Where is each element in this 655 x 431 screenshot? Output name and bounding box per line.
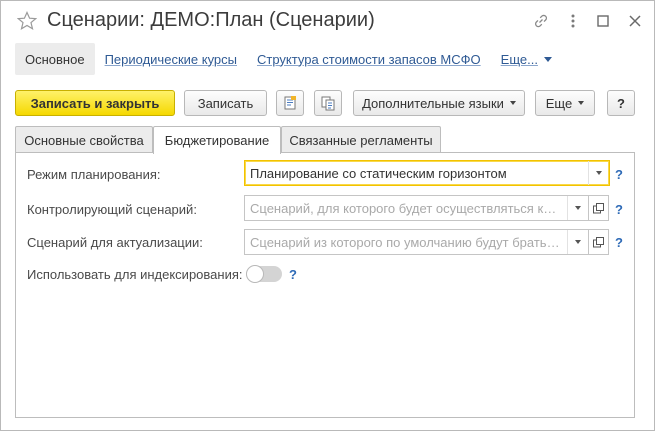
- controlling-scenario-label: Контролирующий сценарий:: [27, 202, 197, 217]
- planning-mode-label: Режим планирования:: [27, 167, 161, 182]
- title-bar: Сценарии: ДЕМО:План (Сценарии): [1, 1, 654, 43]
- actualization-scenario-open-button[interactable]: [589, 229, 609, 255]
- nav-more-label: Еще...: [500, 51, 538, 67]
- document-icon: [284, 96, 296, 110]
- more-actions-button[interactable]: Еще: [535, 90, 595, 116]
- help-button[interactable]: ?: [607, 90, 635, 116]
- controlling-scenario-placeholder: Сценарий, для которого будет осуществлят…: [250, 200, 567, 216]
- tab-related-regulations[interactable]: Связанные регламенты: [281, 126, 441, 153]
- scenario-window: Сценарии: ДЕМО:План (Сценарии) Основное …: [0, 0, 655, 431]
- chevron-down-icon: [596, 171, 602, 175]
- form-navigation: Основное Периодические курсы Структура с…: [15, 43, 562, 75]
- save-and-close-button[interactable]: Записать и закрыть: [15, 90, 175, 116]
- controlling-scenario-field[interactable]: Сценарий, для которого будет осуществлят…: [244, 195, 589, 221]
- planning-mode-value: Планирование со статическим горизонтом: [250, 165, 507, 181]
- controlling-scenario-dropdown[interactable]: [568, 196, 588, 220]
- actualization-scenario-label: Сценарий для актуализации:: [27, 235, 203, 250]
- close-icon[interactable]: [626, 12, 644, 30]
- document-icon-button[interactable]: [276, 90, 304, 116]
- controlling-scenario-open-button[interactable]: [589, 195, 609, 221]
- nav-item-more[interactable]: Еще...: [491, 43, 562, 75]
- budgeting-panel: [15, 152, 635, 418]
- planning-mode-select[interactable]: Планирование со статическим горизонтом: [244, 160, 610, 186]
- chevron-down-icon: [575, 206, 581, 210]
- copy-icon-button[interactable]: [314, 90, 342, 116]
- window-title: Сценарии: ДЕМО:План (Сценарии): [47, 9, 375, 31]
- extra-languages-button[interactable]: Дополнительные языки: [353, 90, 525, 116]
- use-for-indexing-help-icon[interactable]: ?: [289, 267, 297, 282]
- tab-budgeting[interactable]: Бюджетирование: [153, 126, 281, 154]
- actualization-scenario-help-icon[interactable]: ?: [615, 235, 623, 250]
- actualization-scenario-placeholder: Сценарий из которого по умолчанию будут …: [250, 234, 564, 250]
- copy-icon: [321, 96, 335, 111]
- link-icon[interactable]: [532, 12, 550, 30]
- actualization-scenario-dropdown[interactable]: [568, 230, 588, 254]
- chevron-down-icon: [509, 101, 516, 105]
- planning-mode-dropdown[interactable]: [589, 161, 609, 185]
- chevron-down-icon: [578, 101, 585, 105]
- use-for-indexing-toggle[interactable]: [246, 265, 282, 283]
- open-window-icon: [593, 202, 604, 213]
- nav-item-ifrs-cost-structure[interactable]: Структура стоимости запасов МСФО: [247, 43, 491, 75]
- more-icon[interactable]: [564, 12, 582, 30]
- open-window-icon: [593, 236, 604, 247]
- extra-languages-label: Дополнительные языки: [362, 95, 504, 111]
- actualization-scenario-field[interactable]: Сценарий из которого по умолчанию будут …: [244, 229, 589, 255]
- chevron-down-icon: [543, 56, 552, 62]
- maximize-icon[interactable]: [594, 12, 612, 30]
- star-icon[interactable]: [17, 11, 37, 31]
- use-for-indexing-label: Использовать для индексирования:: [27, 267, 243, 282]
- tab-main-properties[interactable]: Основные свойства: [15, 126, 153, 153]
- nav-item-main[interactable]: Основное: [15, 43, 95, 75]
- more-actions-label: Еще: [545, 95, 573, 111]
- planning-mode-help-icon[interactable]: ?: [615, 167, 623, 182]
- controlling-scenario-help-icon[interactable]: ?: [615, 202, 623, 217]
- toggle-knob: [246, 265, 264, 283]
- chevron-down-icon: [575, 240, 581, 244]
- nav-item-periodic-rates[interactable]: Периодические курсы: [95, 43, 247, 75]
- save-button[interactable]: Записать: [184, 90, 267, 116]
